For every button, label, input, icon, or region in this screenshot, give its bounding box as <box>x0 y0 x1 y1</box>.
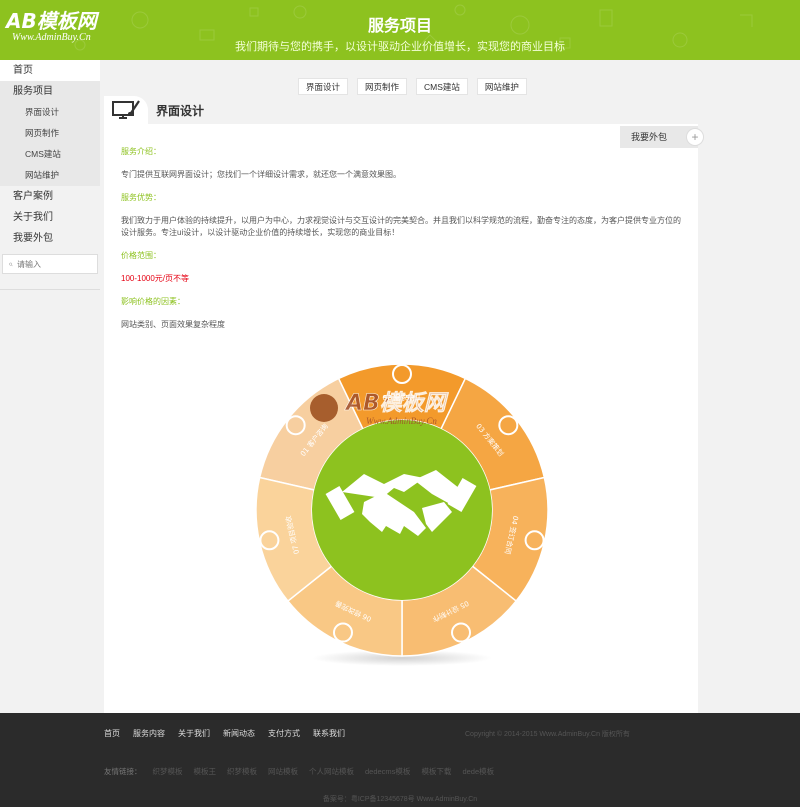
page-title: 服务项目 <box>367 18 432 35</box>
service-article: 服务介绍： 专门提供互联网界面设计；您找们一个详细设计需求，就还您一个满意效果图… <box>121 146 681 331</box>
factor-text: 网站类别、页面效果复杂程度 <box>121 320 225 329</box>
footer-link-home[interactable]: 首页 <box>104 728 120 739</box>
friend-link[interactable]: 模板下载 <box>421 766 451 777</box>
monitor-brush-icon <box>112 100 140 119</box>
section-header: 界面设计 <box>104 96 204 124</box>
footer-copyright: Copyright © 2014-2015 Www.AdminBuy.Cn 版权… <box>465 731 630 738</box>
sidebar-item-outsource[interactable]: 我要外包 <box>0 228 100 249</box>
tab-cms[interactable]: CMS建站 <box>416 78 468 95</box>
advantage-heading: 服务优势： <box>121 193 161 202</box>
friend-link[interactable]: 个人网站模板 <box>309 766 354 777</box>
intro-heading: 服务介绍： <box>121 147 161 156</box>
page-subtitle: 我们期待与您的携手，以设计驱动企业价值增长，实现您的商业目标 <box>235 41 565 53</box>
friend-link[interactable]: dedecms模板 <box>365 766 410 777</box>
service-process-diagram: 01 客户咨询02 需求确认03 方案策划04 签订合同05 设计制作06 修改… <box>255 363 549 666</box>
price-text: 100-1000元/页不等 <box>121 274 190 283</box>
search-box <box>2 254 98 274</box>
intro-text: 专门提供互联网界面设计；您找们一个详细设计需求，就还您一个满意效果图。 <box>121 170 401 179</box>
tab-ui-design[interactable]: 界面设计 <box>298 78 349 95</box>
site-footer: 首页 服务内容 关于我们 新闻动态 支付方式 联系我们 Copyright © … <box>0 713 800 807</box>
sidebar-item-home[interactable]: 首页 <box>0 60 100 81</box>
watermark-text: AB模板网 <box>344 391 449 416</box>
footer-nav: 首页 服务内容 关于我们 新闻动态 支付方式 联系我们 <box>104 728 345 739</box>
footer-link-payment[interactable]: 支付方式 <box>268 728 300 739</box>
search-icon[interactable] <box>9 260 13 269</box>
footer-icp: 备案号：粤ICP备12345678号 Www.AdminBuy.Cn <box>322 796 478 803</box>
sidebar-item-ui-design[interactable]: 界面设计 <box>0 102 100 123</box>
price-heading: 价格范围： <box>121 251 161 260</box>
tab-maintenance[interactable]: 网站维护 <box>476 78 527 95</box>
site-header: AB模板网 Www.AdminBuy.Cn 服务项目 我们期待与您的携手，以设计… <box>0 0 800 60</box>
friend-link[interactable]: dede模板 <box>462 766 494 777</box>
sidebar-item-cms[interactable]: CMS建站 <box>0 144 100 165</box>
section-title: 界面设计 <box>156 103 205 118</box>
sidebar-item-services[interactable]: 服务项目 <box>0 81 100 102</box>
watermark-logo-icon <box>310 394 338 422</box>
outsource-button-label: 我要外包 <box>631 132 668 142</box>
friend-links-label: 友情链接： <box>104 767 142 776</box>
footer-link-about[interactable]: 关于我们 <box>178 728 210 739</box>
sidebar-item-maintenance[interactable]: 网站维护 <box>0 165 100 186</box>
tab-web-production[interactable]: 网页制作 <box>357 78 408 95</box>
footer-link-contact[interactable]: 联系我们 <box>313 728 345 739</box>
sidebar-group-services: 服务项目 界面设计 网页制作 CMS建站 网站维护 <box>0 81 100 186</box>
friend-link[interactable]: 模板王 <box>194 766 217 777</box>
watermark-subtext: Www.AdminBuy.Cn <box>366 416 437 426</box>
sidebar: 首页 服务项目 界面设计 网页制作 CMS建站 网站维护 客户案例 关于我们 我… <box>0 60 100 713</box>
factor-heading: 影响价格的因素： <box>121 297 185 306</box>
advantage-text: 我们致力于用户体验的持续提升，以用户为中心，力求视觉设计与交互设计的完美契合。并… <box>121 216 681 237</box>
sidebar-divider <box>0 289 100 290</box>
search-input[interactable] <box>17 259 97 269</box>
friend-link[interactable]: 织梦模板 <box>227 766 257 777</box>
sidebar-item-about[interactable]: 关于我们 <box>0 207 100 228</box>
friend-link[interactable]: 网站模板 <box>268 766 298 777</box>
plus-circle-icon: + <box>686 128 704 146</box>
sidebar-item-cases[interactable]: 客户案例 <box>0 186 100 207</box>
sidebar-item-web-production[interactable]: 网页制作 <box>0 123 100 144</box>
section-icon-wrap <box>104 96 148 124</box>
service-tabs: 界面设计 网页制作 CMS建站 网站维护 <box>298 78 527 95</box>
footer-friend-links: 友情链接： 织梦模板 模板王 织梦模板 网站模板 个人网站模板 dedecms模… <box>104 766 494 777</box>
outsource-button[interactable]: 我要外包 + <box>620 126 704 148</box>
footer-link-news[interactable]: 新闻动态 <box>223 728 255 739</box>
friend-link[interactable]: 织梦模板 <box>153 766 183 777</box>
footer-link-services[interactable]: 服务内容 <box>133 728 165 739</box>
